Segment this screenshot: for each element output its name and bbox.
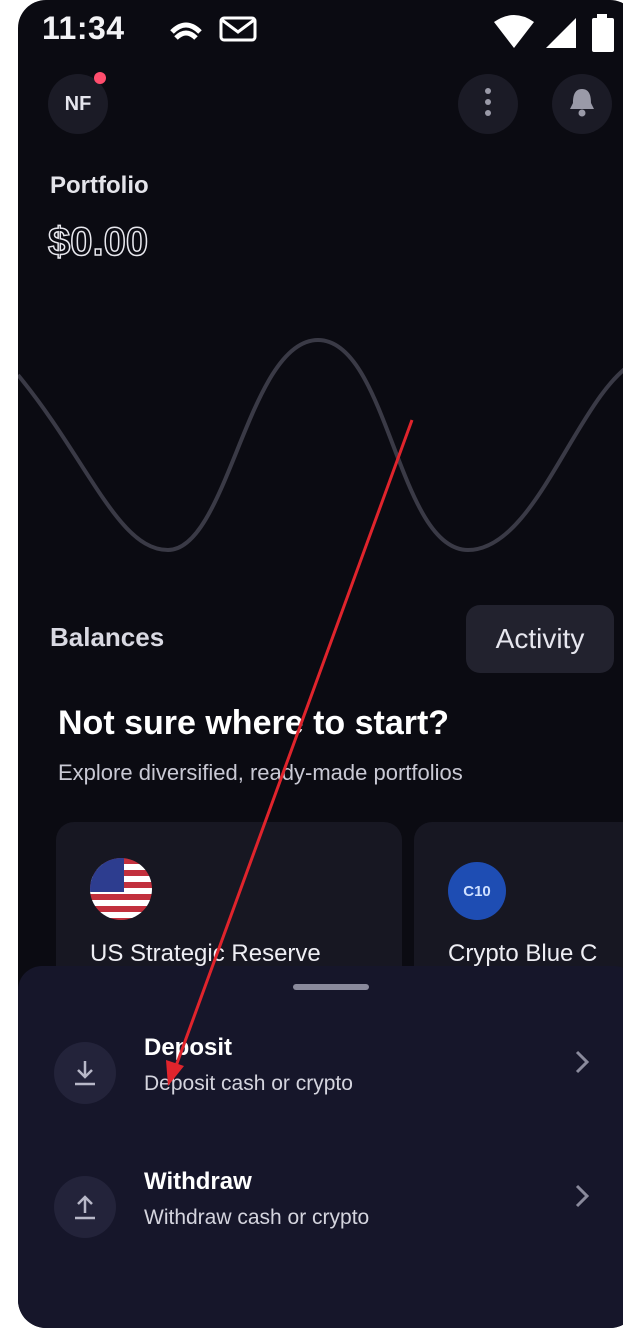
- promo-title: Not sure where to start?: [58, 704, 450, 742]
- withdraw-subtitle: Withdraw cash or crypto: [144, 1206, 370, 1229]
- card-label: Crypto Blue C: [448, 940, 598, 967]
- notification-dot: [94, 72, 106, 84]
- portfolio-label: Portfolio: [50, 172, 149, 199]
- bottom-sheet: Deposit Deposit cash or crypto Withdraw …: [18, 966, 623, 1328]
- gmail-icon: [218, 14, 258, 49]
- chevron-right-icon: [574, 1048, 590, 1081]
- promo-subtitle: Explore diversified, ready-made portfoli…: [58, 760, 463, 785]
- app-screen: 11:34 NF Portfolio $0.00 Balances Activi…: [18, 0, 623, 1328]
- chevron-right-icon: [574, 1182, 590, 1215]
- upload-icon: [54, 1176, 116, 1238]
- withdraw-option[interactable]: Withdraw Withdraw cash or crypto: [18, 1156, 623, 1266]
- portfolio-value: $0.00: [47, 219, 149, 265]
- avatar-initials: NF: [64, 92, 92, 115]
- bell-icon: [568, 87, 596, 122]
- deposit-subtitle: Deposit cash or crypto: [144, 1072, 353, 1095]
- status-bar: 11:34: [18, 0, 623, 64]
- avatar[interactable]: NF: [48, 72, 108, 134]
- vertical-dots-icon: [483, 87, 493, 122]
- portfolio-chart-placeholder: [18, 337, 623, 553]
- sheet-drag-handle[interactable]: [293, 984, 369, 990]
- us-flag-icon: [90, 858, 152, 920]
- card-label: US Strategic Reserve: [90, 940, 321, 967]
- balances-label: Balances: [50, 622, 165, 652]
- deposit-option[interactable]: Deposit Deposit cash or crypto: [18, 1022, 623, 1132]
- more-options-button[interactable]: [458, 74, 518, 134]
- notifications-button[interactable]: [552, 74, 612, 134]
- battery-icon: [588, 14, 618, 59]
- signal-icon: [542, 14, 578, 55]
- withdraw-title: Withdraw: [144, 1168, 252, 1195]
- status-time: 11:34: [42, 10, 125, 46]
- cloud-sync-icon: [166, 14, 206, 49]
- activity-button[interactable]: Activity: [466, 605, 614, 673]
- download-icon: [54, 1042, 116, 1104]
- deposit-title: Deposit: [144, 1034, 233, 1061]
- c10-icon: C10: [448, 862, 506, 920]
- wifi-icon: [492, 14, 536, 55]
